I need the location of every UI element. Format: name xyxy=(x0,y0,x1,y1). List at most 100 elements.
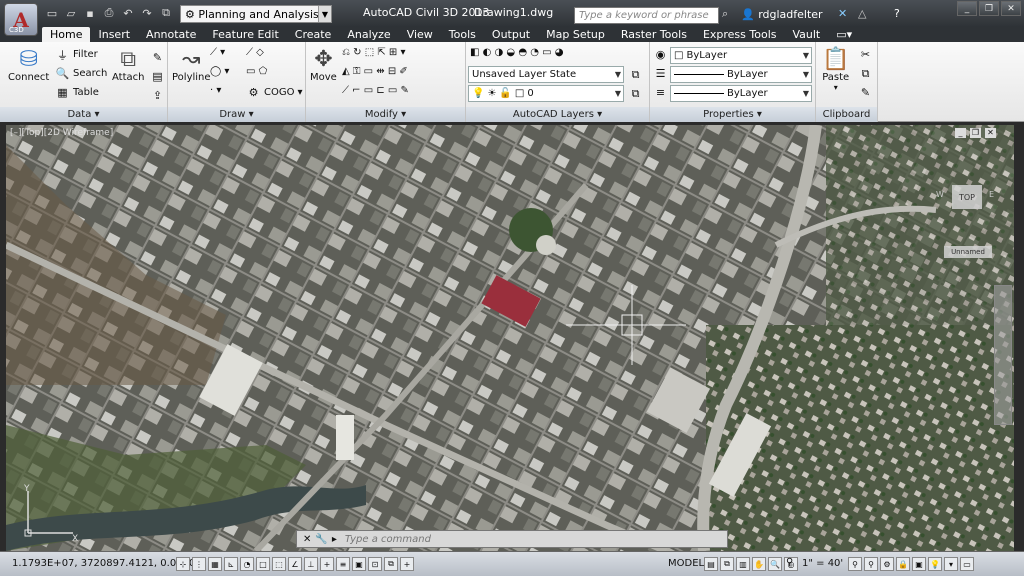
arc-icon[interactable]: ⟋ ◇ xyxy=(246,47,264,58)
help-icon[interactable]: ? xyxy=(894,7,900,20)
tab-raster-tools[interactable]: Raster Tools xyxy=(613,27,695,42)
drawing-viewport[interactable]: [–][Top][2D Wireframe] _ ❐ ✕ W TOP E Unn… xyxy=(6,125,1014,551)
status-menu-icon[interactable]: ▾ xyxy=(944,557,958,571)
attach-button[interactable]: ⧉ Attach xyxy=(112,47,144,83)
tab-insert[interactable]: Insert xyxy=(90,27,138,42)
tab-feature-edit[interactable]: Feature Edit xyxy=(204,27,286,42)
command-line[interactable]: ✕ 🔧 ▸ Type a command xyxy=(296,530,728,548)
pan-icon[interactable]: ✋ xyxy=(752,557,766,571)
tab-express-tools[interactable]: Express Tools xyxy=(695,27,785,42)
minimize-button[interactable]: _ xyxy=(957,1,977,16)
tab-analyze[interactable]: Analyze xyxy=(339,27,398,42)
wrench-icon[interactable]: 🔧 xyxy=(315,534,327,545)
ortho-icon[interactable]: ⊾ xyxy=(224,557,238,571)
lineweight-dropdown[interactable]: ByLayer ▼ xyxy=(670,85,812,102)
circle-icon[interactable]: ◯ ▾ xyxy=(210,66,229,77)
layer-tools-icons[interactable]: ◧ ◐ ◑ ◒ ◓ ◔ ▭ ◕ xyxy=(470,47,564,58)
quick-properties-icon[interactable]: ⊡ xyxy=(368,557,382,571)
annotation-monitor-icon[interactable]: + xyxy=(400,557,414,571)
otrack-icon[interactable]: ∠ xyxy=(288,557,302,571)
panel-layers-title[interactable]: AutoCAD Layers ▾ xyxy=(466,107,649,122)
tab-view[interactable]: View xyxy=(399,27,441,42)
tab-output[interactable]: Output xyxy=(484,27,538,42)
redo-icon[interactable]: ↷ xyxy=(139,5,155,21)
search-icon[interactable]: ⌕ xyxy=(722,7,728,21)
viewcube-top-face[interactable]: TOP xyxy=(952,185,982,209)
transparency-icon[interactable]: ▣ xyxy=(352,557,366,571)
coordinates-readout[interactable]: 1.1793E+07, 3720897.4121, 0.0000 xyxy=(12,558,195,569)
save-icon[interactable]: ▪ xyxy=(82,5,98,21)
rectangle-icon[interactable]: ▭ ⬠ xyxy=(246,66,267,77)
layer-icon[interactable]: ▤ xyxy=(150,69,165,84)
model-icon[interactable]: ▤ xyxy=(704,557,718,571)
search-input[interactable]: Type a keyword or phrase xyxy=(574,7,719,24)
lineweight-toggle-icon[interactable]: ≡ xyxy=(336,557,350,571)
annotation-scale-icon[interactable]: ⚲ xyxy=(786,557,793,568)
minimize-button[interactable]: _ xyxy=(955,128,966,138)
restore-button[interactable]: ❐ xyxy=(970,128,981,138)
undo-icon[interactable]: ↶ xyxy=(120,5,136,21)
wcs-menu[interactable]: Unnamed xyxy=(944,246,992,258)
annotation-scale[interactable]: 1" = 40' xyxy=(802,558,843,569)
polyline-button[interactable]: ↝ Polyline xyxy=(172,47,211,83)
match-properties-icon[interactable]: ✎ xyxy=(858,85,873,100)
cut-icon[interactable]: ✂ xyxy=(858,47,873,62)
tab-tools[interactable]: Tools xyxy=(441,27,484,42)
polar-icon[interactable]: ◔ xyxy=(240,557,254,571)
panel-modify-title[interactable]: Modify ▾ xyxy=(306,107,465,122)
make-current-icon[interactable]: ⧉ xyxy=(628,86,643,101)
snap-icon[interactable]: ⋮ xyxy=(192,557,206,571)
paste-button[interactable]: 📋 Paste ▾ xyxy=(822,47,849,92)
panel-properties-title[interactable]: Properties ▾ xyxy=(650,107,815,122)
infer-constraints-icon[interactable]: ⊹ xyxy=(176,557,190,571)
match-icon[interactable]: ⧉ xyxy=(158,5,174,21)
modify-row1-icons[interactable]: ⎌ ↻ ⬚ ⇱ ⊞ ▾ xyxy=(342,47,406,58)
command-input[interactable]: Type a command xyxy=(345,534,431,545)
workspace-switch-icon[interactable]: ⚙ xyxy=(880,557,894,571)
edit-icon[interactable]: ✎ xyxy=(150,50,165,65)
tab-vault[interactable]: Vault xyxy=(784,27,828,42)
connect-button[interactable]: ⛁ Connect xyxy=(8,47,49,83)
modify-row2-icons[interactable]: ◭ ⚿ ▭ ⇹ ⊟ ✐ xyxy=(342,66,408,77)
quick-view-icon[interactable]: ▥ xyxy=(736,557,750,571)
lineweight-icon[interactable]: ≡ xyxy=(653,85,668,100)
open-icon[interactable]: ▱ xyxy=(63,5,79,21)
panel-draw-title[interactable]: Draw ▾ xyxy=(168,107,305,122)
navigation-bar[interactable] xyxy=(994,285,1012,425)
copy-icon[interactable]: ⧉ xyxy=(858,66,873,81)
table-button[interactable]: ▦ Table xyxy=(55,85,99,100)
export-icon[interactable]: ⇪ xyxy=(150,88,165,103)
dyn-icon[interactable]: + xyxy=(320,557,334,571)
workspace-selector[interactable]: ⚙ Planning and Analysis ▼ xyxy=(180,5,332,23)
grid-icon[interactable]: ▦ xyxy=(208,557,222,571)
exchange-icon[interactable]: ✕ xyxy=(838,7,847,20)
current-layer-dropdown[interactable]: 💡 ☀ 🔓 □ 0 ▼ xyxy=(468,85,624,102)
layout-icon[interactable]: ⧉ xyxy=(720,557,734,571)
hardware-acceleration-icon[interactable]: ▣ xyxy=(912,557,926,571)
linetype-dropdown[interactable]: ByLayer ▼ xyxy=(670,66,812,83)
restore-button[interactable]: ❐ xyxy=(979,1,999,16)
panel-data-title[interactable]: Data ▾ xyxy=(0,107,167,122)
line-icon[interactable]: ⟋ ▾ xyxy=(210,47,225,58)
ribbon-minimize-icon[interactable]: ▭▾ xyxy=(828,27,860,42)
viewcube[interactable]: W TOP E Unnamed xyxy=(936,180,996,260)
tab-map-setup[interactable]: Map Setup xyxy=(538,27,613,42)
3d-osnap-icon[interactable]: ⬚ xyxy=(272,557,286,571)
search-button[interactable]: 🔍 Search xyxy=(55,66,108,81)
filter-button[interactable]: ⏚ Filter xyxy=(55,47,98,62)
layer-state-icon[interactable]: ⧉ xyxy=(628,67,643,82)
selection-cycling-icon[interactable]: ⧉ xyxy=(384,557,398,571)
auto-scale-icon[interactable]: ⚲ xyxy=(864,557,878,571)
application-menu-button[interactable]: A C3D xyxy=(4,3,38,36)
linetype-icon[interactable]: ☰ xyxy=(653,66,668,81)
clean-screen-icon[interactable]: ▭ xyxy=(960,557,974,571)
print-icon[interactable]: ⎙ xyxy=(101,5,117,21)
osnap-icon[interactable]: □ xyxy=(256,557,270,571)
isolate-objects-icon[interactable]: 💡 xyxy=(928,557,942,571)
tab-home[interactable]: Home xyxy=(42,27,91,42)
tab-create[interactable]: Create xyxy=(287,27,340,42)
annotation-visibility-icon[interactable]: ⚲ xyxy=(848,557,862,571)
close-button[interactable]: ✕ xyxy=(1001,1,1021,16)
viewport-controls-label[interactable]: [–][Top][2D Wireframe] xyxy=(10,128,113,138)
ducs-icon[interactable]: ⊥ xyxy=(304,557,318,571)
